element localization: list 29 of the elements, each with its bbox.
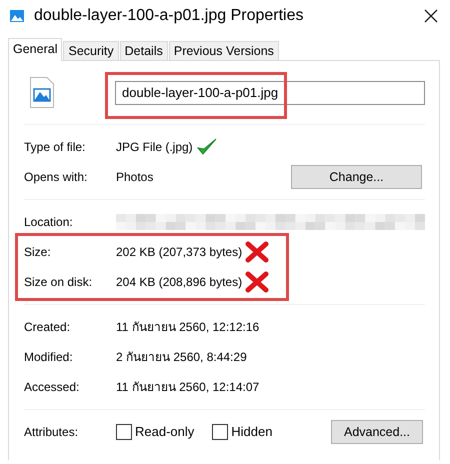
tab[interactable]: Details (120, 41, 168, 60)
field-value: 204 KB (208,896 bytes) (116, 274, 242, 291)
field-label: Type of file: (24, 139, 86, 156)
advanced-button[interactable]: Advanced... (331, 420, 423, 444)
field-label: Size on disk: (24, 274, 94, 291)
field-label: Created: (24, 319, 72, 336)
field-value: 202 KB (207,373 bytes) (116, 244, 242, 261)
field-label: Size: (24, 244, 52, 261)
image-file-icon (10, 10, 24, 22)
tab[interactable]: General (8, 38, 62, 61)
field-value: 2 กันยายน 2560, 8:44:29 (116, 349, 247, 366)
field-label: Opens with: (24, 169, 88, 186)
close-icon[interactable] (424, 9, 438, 23)
tab[interactable]: Security (63, 41, 119, 60)
field-label: Attributes: (24, 424, 80, 441)
field-label: Modified: (24, 349, 74, 366)
field-value: Photos (116, 169, 154, 186)
checkbox[interactable]: Read-only (116, 422, 194, 442)
window-title: double-layer-100-a-p01.jpg Properties (34, 6, 304, 26)
image-file-icon (30, 77, 54, 108)
field-label: Location: (24, 214, 74, 231)
tab[interactable]: Previous Versions (168, 41, 279, 60)
field-value: 11 กันยายน 2560, 12:12:16 (116, 319, 260, 336)
field-value: JPG File (.jpg) (116, 139, 193, 156)
file-name-field[interactable]: double-layer-100-a-p01.jpg (115, 80, 425, 104)
field-label: Accessed: (24, 379, 80, 396)
change-button[interactable]: Change... (291, 165, 422, 189)
checkbox[interactable]: Hidden (212, 422, 272, 442)
field-value: 11 กันยายน 2560, 12:14:07 (116, 379, 260, 396)
